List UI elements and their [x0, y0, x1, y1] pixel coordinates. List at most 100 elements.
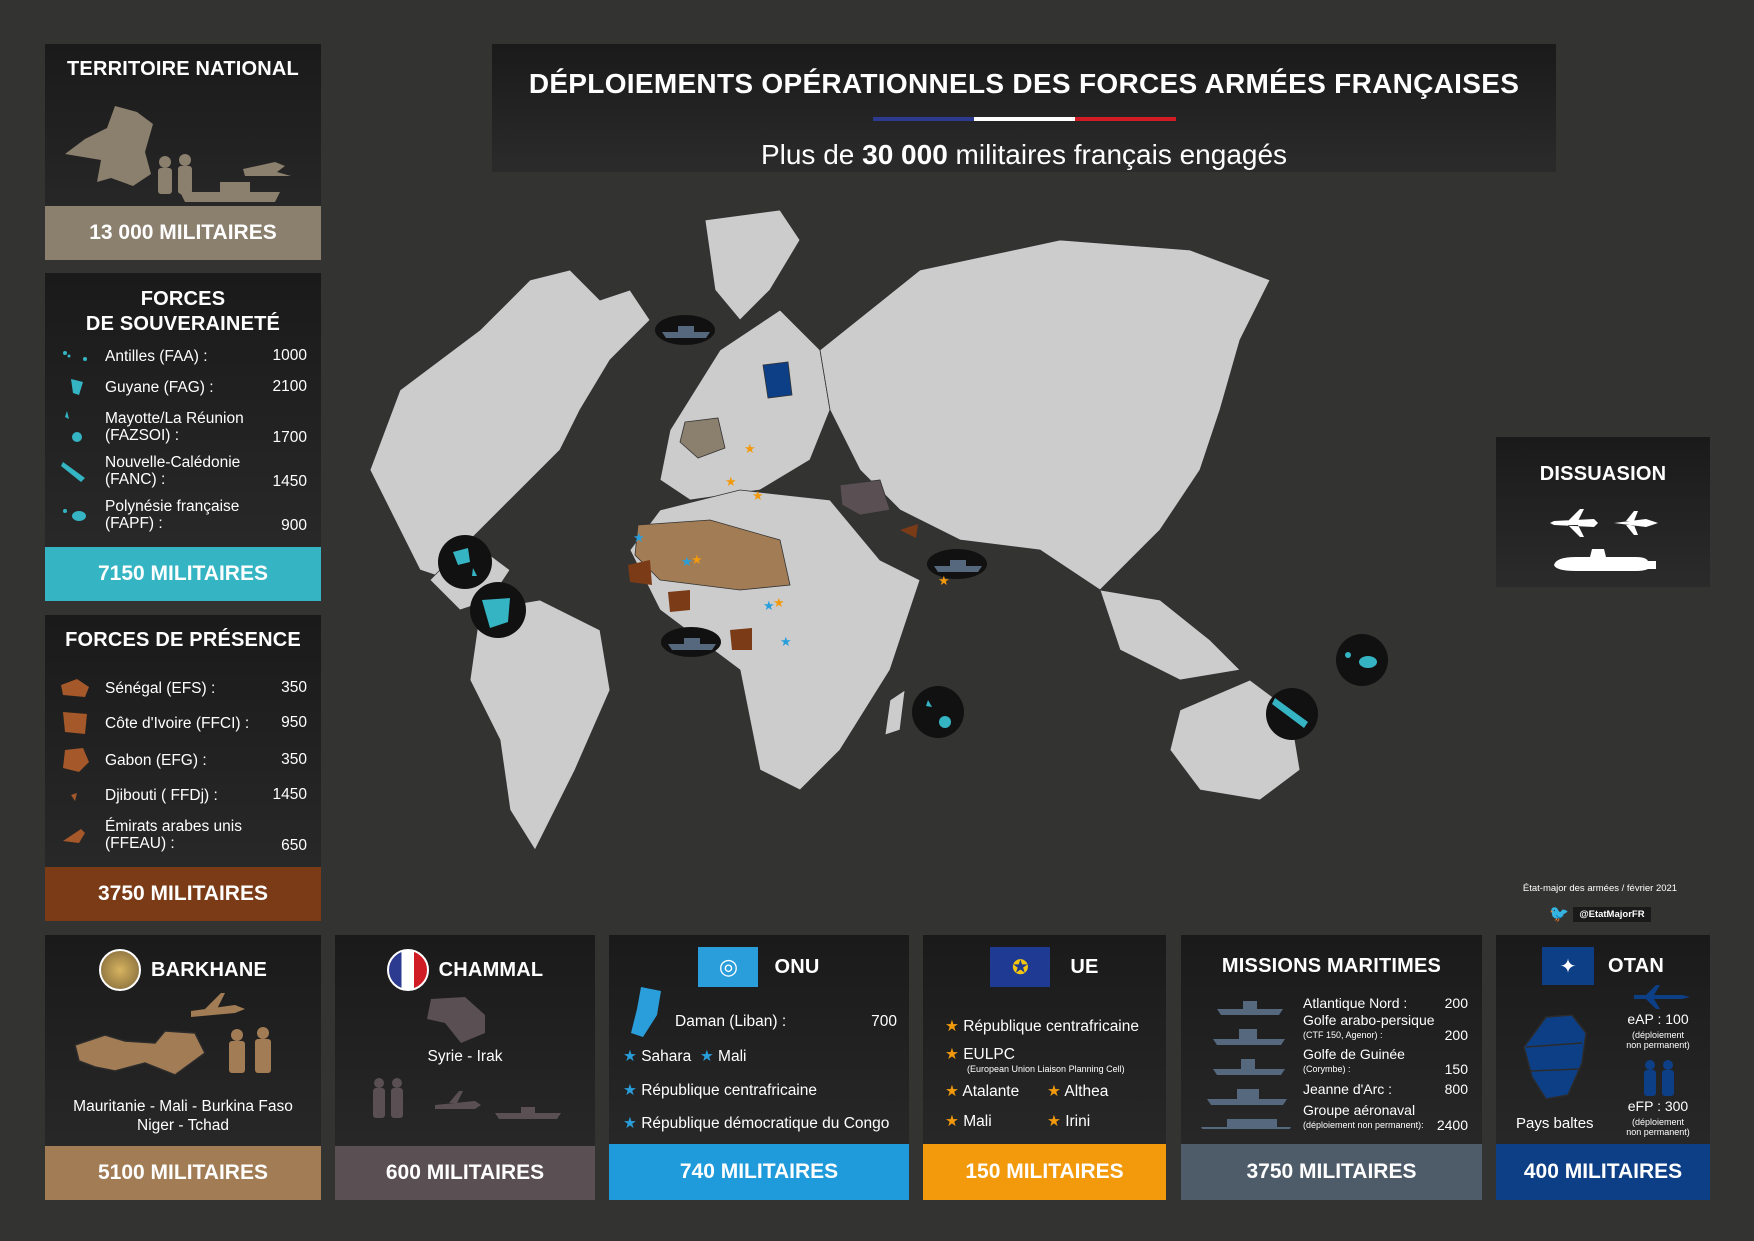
- eap-label: eAP : 100: [1627, 1011, 1689, 1027]
- list-item: Mayotte/La Réunion (FAZSOI) :1700: [59, 407, 307, 447]
- southeast-asia: [1099, 589, 1241, 681]
- ue-title: UE: [1070, 955, 1099, 978]
- chammal-total: 600 MILITAIRES: [335, 1146, 595, 1200]
- header-panel: DÉPLOIEMENTS OPÉRATIONNELS DES FORCES AR…: [492, 44, 1556, 172]
- star-icon: ★: [945, 1083, 959, 1100]
- star-icon: ★: [1047, 1083, 1061, 1100]
- polynesie-bubble: [1336, 634, 1388, 686]
- ue-panel: ✪ UE ★ République centrafricaine ★ EULPC…: [923, 935, 1166, 1200]
- credit: État-major des armées / février 2021 🐦 @…: [1480, 883, 1720, 924]
- eu-flag-icon: ✪: [990, 947, 1051, 987]
- world-map: ★ ★ ★ ★ ★ ★ ★ ★ ★ ★: [369, 210, 1388, 851]
- guyane-icon: [59, 374, 91, 400]
- onu-title: ONU: [774, 955, 820, 978]
- sahel-map-icon: [74, 993, 271, 1076]
- list-item: Sénégal (EFS) :350: [59, 675, 307, 701]
- twitter-handle[interactable]: @EtatMajorFR: [1573, 906, 1651, 922]
- dissuasion-title: DISSUASION: [1539, 463, 1667, 485]
- list-item: Polynésie française (FAPF) :900: [59, 495, 307, 535]
- star-mali-ue: ★: [691, 553, 703, 568]
- baltes-label: Pays baltes: [1516, 1115, 1594, 1132]
- ship-bubble-atlantic: [655, 315, 715, 345]
- guyane-bubble: [470, 582, 526, 638]
- uae-highlight: [900, 524, 918, 538]
- jet-icon: [1634, 985, 1690, 1009]
- star-icon: ★: [945, 1018, 959, 1035]
- maritime-title: MISSIONS MARITIMES: [1221, 955, 1442, 977]
- otan-total: 400 MILITAIRES: [1496, 1144, 1710, 1200]
- list-item: Guyane (FAG) :2100: [59, 374, 307, 400]
- star-rca-ue: ★: [773, 596, 785, 611]
- asia: [819, 239, 1271, 591]
- souverainete-panel: FORCES DE SOUVERAINETÉ Antilles (FAA) :1…: [45, 273, 321, 601]
- presence-title: FORCES DE PRÉSENCE: [65, 629, 301, 651]
- antilles-icon: [59, 343, 91, 369]
- souverainete-title-2: DE SOUVERAINETÉ: [85, 313, 281, 335]
- list-item: Gabon (EFG) :350: [59, 745, 307, 775]
- list-item: Golfe arabo-persique (CTF 150, Agenor) :2…: [1303, 1012, 1468, 1043]
- list-item: Nouvelle-Calédonie (FANC) :1450: [59, 451, 307, 491]
- souverainete-total: 7150 MILITAIRES: [45, 547, 321, 601]
- emirats-icon: [59, 822, 91, 848]
- star-icon: ★: [623, 1082, 637, 1099]
- djibouti-icon: [59, 782, 91, 808]
- daman-row: Daman (Liban) : 700: [675, 1013, 897, 1030]
- onu-total: 740 MILITAIRES: [609, 1144, 909, 1200]
- ue-total: 150 MILITAIRES: [923, 1144, 1166, 1200]
- star-icon: ★: [699, 1048, 714, 1065]
- territoire-title: TERRITOIRE NATIONAL: [67, 58, 299, 80]
- star-eulpc: ★: [744, 442, 756, 457]
- barkhane-title: BARKHANE: [150, 958, 268, 981]
- star-icon: ★: [945, 1046, 959, 1063]
- tricolor-line: [873, 117, 1176, 121]
- list-item: Antilles (FAA) :1000: [59, 343, 307, 369]
- chammal-caption: Syrie - Irak: [427, 1048, 503, 1065]
- ships-icon: [1201, 1001, 1291, 1129]
- syria-iraq-map-icon: [427, 997, 485, 1043]
- lebanon-icon: [631, 987, 661, 1037]
- france-icon: [65, 106, 291, 202]
- otan-panel: ✦ OTAN Pays baltes eAP : 100 (déploiemen…: [1496, 935, 1710, 1200]
- list-item: Groupe aéronaval (déploiement non permane…: [1303, 1102, 1468, 1133]
- baltics-highlight: [762, 361, 793, 399]
- page-title: DÉPLOIEMENTS OPÉRATIONNELS DES FORCES AR…: [528, 68, 1520, 99]
- list-item: Émirats arabes unis (FFEAU) :650: [59, 815, 307, 855]
- barkhane-total: 5100 MILITAIRES: [45, 1146, 321, 1200]
- north-america: [369, 269, 651, 581]
- caledonie-bubble: [1266, 688, 1318, 740]
- otan-title: OTAN: [1608, 954, 1664, 977]
- barkhane-panel: BARKHANE Mauritanie - Mali - Burkina Fas…: [45, 935, 321, 1200]
- south-america: [469, 599, 611, 851]
- antilles-bubble: [438, 535, 492, 589]
- polynesie-icon: [59, 502, 91, 528]
- maritime-panel: MISSIONS MARITIMES Atlantique Nord :200 …: [1181, 935, 1482, 1200]
- twitter-icon: 🐦: [1549, 906, 1570, 923]
- gabon-highlight: [730, 628, 752, 650]
- star-icon: ★: [623, 1048, 637, 1065]
- list-item: Djibouti ( FFDj) :1450: [59, 782, 307, 808]
- aircraft-icon: [1550, 509, 1658, 571]
- credit-line: État-major des armées / février 2021: [1522, 883, 1678, 894]
- dissuasion-panel: DISSUASION: [1496, 437, 1710, 587]
- maritime-total: 3750 MILITAIRES: [1181, 1144, 1482, 1200]
- senegal-icon: [59, 675, 91, 701]
- chammal-emblem-icon: [386, 949, 429, 991]
- presence-panel: FORCES DE PRÉSENCE Sénégal (EFS) :350 Cô…: [45, 615, 321, 921]
- star-icon: ★: [623, 1115, 637, 1132]
- list-item: Golfe de Guinée (Corymbe) :150: [1303, 1046, 1468, 1077]
- madagascar: [884, 689, 906, 736]
- territoire-panel: TERRITOIRE NATIONAL 13 000 MILITAIRES: [45, 44, 321, 260]
- nato-flag-icon: ✦: [1542, 947, 1594, 985]
- list-item: Atlantique Nord :200: [1303, 995, 1468, 1011]
- un-flag-icon: ◎: [698, 947, 759, 987]
- star-irini-2: ★: [752, 489, 764, 504]
- souverainete-title-1: FORCES: [140, 288, 226, 310]
- onu-panel: ◎ ONU Daman (Liban) : 700 ★ Sahara ★ Mal…: [609, 935, 909, 1200]
- list-item: Côte d'Ivoire (FFCI) :950: [59, 709, 307, 737]
- submarine-icon: [1554, 549, 1656, 571]
- soldiers-aircraft-icon: [373, 1078, 561, 1119]
- senegal-highlight: [628, 560, 652, 585]
- reunion-icon: [59, 411, 91, 442]
- chammal-title: CHAMMAL: [438, 958, 544, 981]
- caledonie-icon: [59, 458, 91, 484]
